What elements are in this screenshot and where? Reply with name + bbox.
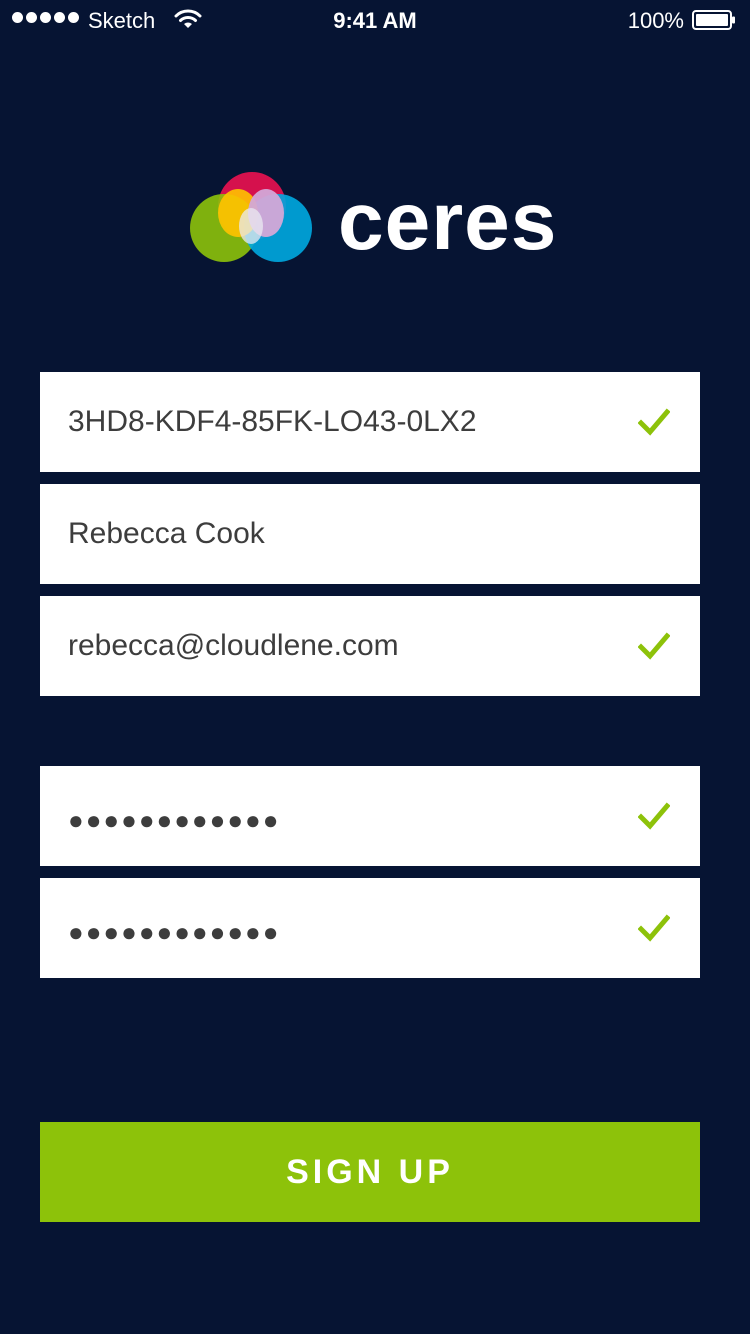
ceres-logo-icon (190, 172, 312, 262)
sign-up-button[interactable]: SIGN UP (40, 1122, 700, 1222)
confirm-password-field[interactable]: ●●●●●●●●●●●● (40, 878, 700, 978)
battery-icon (692, 10, 735, 30)
battery-percent: 100% (627, 8, 684, 33)
brand-wordmark: ceres (338, 176, 558, 267)
email-field[interactable]: rebecca@cloudlene.com (40, 596, 700, 696)
confirm-password-input[interactable]: ●●●●●●●●●●●● (68, 878, 620, 978)
password-input[interactable]: ●●●●●●●●●●●● (68, 766, 620, 866)
full-name-input[interactable]: Rebecca Cook (68, 484, 620, 584)
checkmark-icon (638, 408, 670, 436)
email-input[interactable]: rebecca@cloudlene.com (68, 596, 620, 696)
checkmark-icon (638, 632, 670, 660)
license-key-field[interactable]: 3HD8-KDF4-85FK-LO43-0LX2 (40, 372, 700, 472)
password-field[interactable]: ●●●●●●●●●●●● (40, 766, 700, 866)
checkmark-icon (638, 914, 670, 942)
checkmark-icon (638, 802, 670, 830)
full-name-field[interactable]: Rebecca Cook (40, 484, 700, 584)
license-key-input[interactable]: 3HD8-KDF4-85FK-LO43-0LX2 (68, 372, 620, 472)
status-bar: Sketch 9:41 AM 100% (0, 0, 750, 40)
